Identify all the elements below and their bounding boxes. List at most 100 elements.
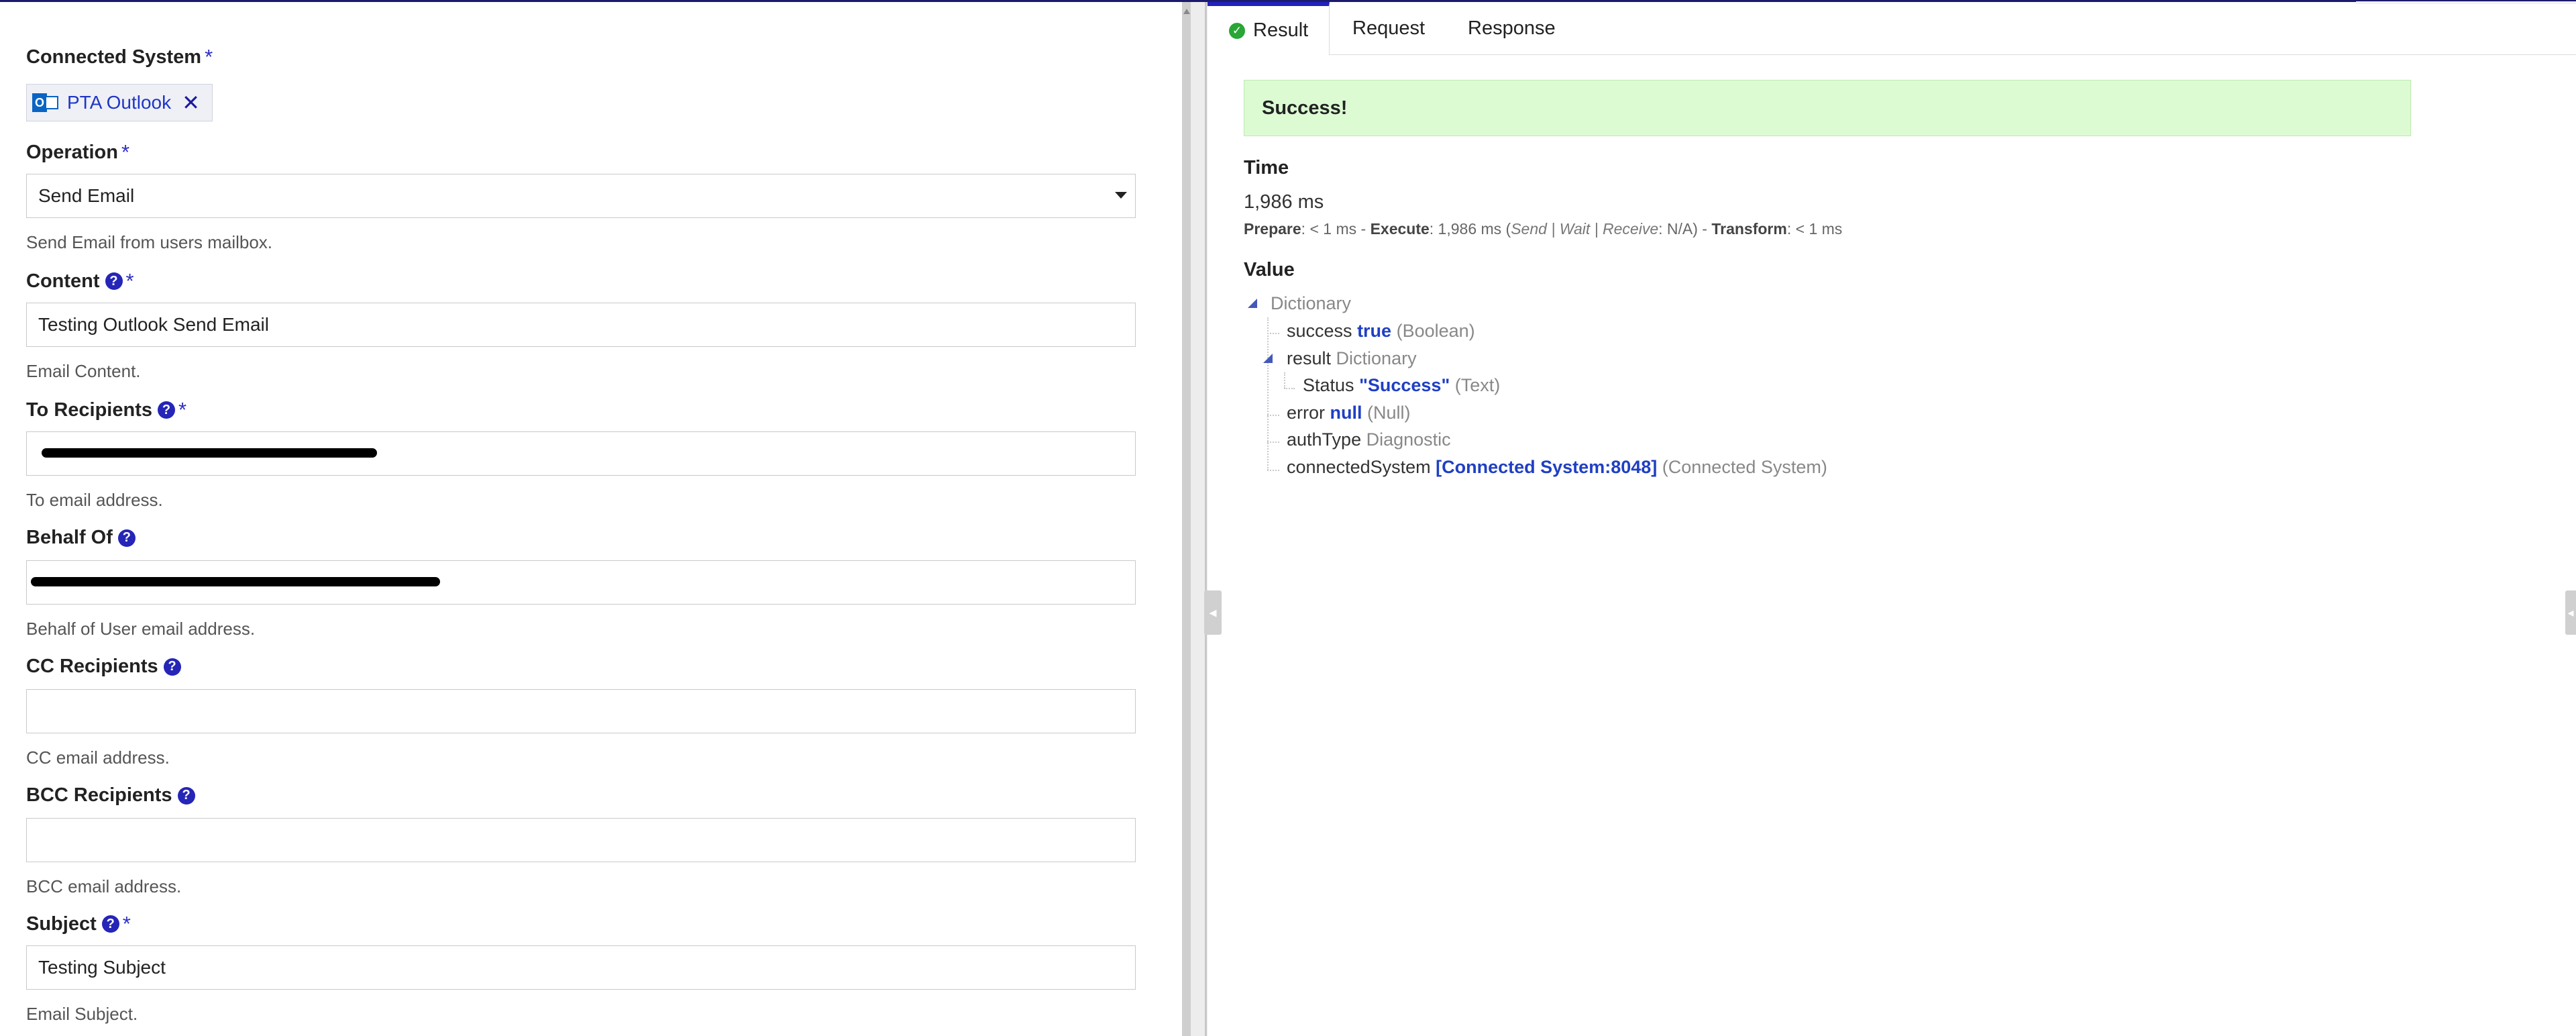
tree-collapse-icon[interactable] — [1263, 354, 1273, 363]
tree-type: Dictionary — [1336, 348, 1417, 368]
operation-label: Operation * — [26, 140, 129, 164]
scroll-up-icon[interactable] — [1183, 9, 1190, 14]
behalf-of-input[interactable] — [26, 560, 1136, 605]
breakdown-label: Send | Wait | Receive — [1511, 220, 1659, 238]
connected-system-chip-label[interactable]: PTA Outlook — [67, 92, 171, 113]
subject-label: Subject ? * — [26, 912, 131, 936]
content-input-value: Testing Outlook Send Email — [38, 314, 269, 335]
tree-type: (Null) — [1367, 403, 1411, 423]
connected-system-label: Connected System * — [26, 45, 213, 69]
operation-select[interactable]: Send Email — [26, 174, 1136, 218]
tree-key: error — [1287, 403, 1326, 423]
help-icon[interactable]: ? — [163, 658, 181, 676]
content-label: Content ? * — [26, 269, 134, 293]
integration-form-pane: Connected System * O PTA Outlook ✕ Opera… — [0, 2, 1182, 1036]
prepare-value: : < 1 ms - — [1301, 220, 1371, 238]
required-marker: * — [178, 398, 187, 421]
tree-row-status: Status "Success" (Text) — [1303, 375, 1500, 396]
left-pane-scrollbar[interactable] — [1182, 2, 1191, 1036]
bcc-recipients-input[interactable] — [26, 818, 1136, 862]
tree-collapse-icon[interactable] — [1248, 299, 1257, 308]
to-recipients-label: To Recipients ? * — [26, 398, 186, 422]
behalf-of-hint: Behalf of User email address. — [26, 619, 256, 639]
tree-value: true — [1357, 321, 1392, 341]
connected-system-label-text: Connected System — [26, 46, 202, 68]
tree-row-error: error null (Null) — [1287, 403, 1411, 423]
execute-label: Execute — [1370, 220, 1430, 238]
operation-label-text: Operation — [26, 141, 118, 163]
tree-guide — [1267, 415, 1279, 416]
tree-row-result: result Dictionary — [1287, 348, 1417, 369]
help-icon[interactable]: ? — [117, 529, 136, 547]
operation-hint: Send Email from users mailbox. — [26, 232, 273, 252]
bcc-recipients-label: BCC Recipients ? — [26, 784, 195, 807]
connected-system-chip[interactable]: O PTA Outlook ✕ — [26, 84, 213, 121]
required-marker: * — [121, 140, 130, 164]
content-label-text: Content — [26, 270, 100, 292]
subject-label-text: Subject — [26, 913, 97, 935]
tree-key: Status — [1303, 375, 1354, 395]
cc-recipients-label-text: CC Recipients — [26, 656, 158, 677]
check-circle-icon: ✓ — [1229, 22, 1245, 39]
cc-recipients-label: CC Recipients ? — [26, 656, 181, 678]
chevron-down-icon[interactable] — [1115, 192, 1127, 199]
result-tabs: ✓ Result Request Response — [1208, 2, 2576, 55]
help-icon[interactable]: ? — [158, 401, 175, 419]
tab-result-label: Result — [1253, 19, 1309, 41]
subject-hint: Email Subject. — [26, 1004, 138, 1024]
tree-guide — [1284, 388, 1295, 389]
help-icon[interactable]: ? — [177, 786, 195, 805]
subject-input-value: Testing Subject — [38, 957, 166, 978]
help-icon[interactable]: ? — [101, 915, 119, 933]
tree-root-type: Dictionary — [1271, 293, 1352, 313]
tab-response[interactable]: Response — [1468, 2, 1556, 54]
tree-value: null — [1330, 403, 1362, 423]
behalf-of-label-text: Behalf Of — [26, 527, 113, 548]
required-marker: * — [205, 45, 213, 68]
required-marker: * — [122, 912, 131, 935]
behalf-of-label: Behalf Of ? — [26, 527, 136, 549]
transform-value: : < 1 ms — [1786, 220, 1843, 238]
content-input[interactable]: Testing Outlook Send Email — [26, 303, 1136, 347]
redaction-scribble — [42, 448, 377, 458]
to-recipients-label-text: To Recipients — [26, 399, 152, 421]
subject-input[interactable]: Testing Subject — [26, 945, 1136, 990]
help-icon[interactable]: ? — [105, 272, 123, 290]
timing-breakdown: Prepare: < 1 ms - Execute: 1,986 ms (Sen… — [1244, 220, 1842, 238]
redaction-scribble — [31, 577, 440, 586]
tree-type: (Connected System) — [1662, 457, 1827, 477]
tree-guide — [1267, 317, 1269, 470]
tree-guide — [1267, 333, 1279, 334]
tree-guide — [1267, 442, 1279, 443]
breakdown-value: : N/A) - — [1658, 220, 1712, 238]
to-recipients-hint: To email address. — [26, 490, 163, 510]
tab-request[interactable]: Request — [1352, 2, 1425, 54]
tree-type: (Text) — [1454, 375, 1501, 395]
connected-system-link[interactable]: [Connected System:8048] — [1436, 457, 1657, 477]
envelope-icon — [45, 96, 58, 109]
tree-row-success: success true (Boolean) — [1287, 321, 1475, 342]
tree-value: Diagnostic — [1366, 429, 1451, 450]
pane-splitter[interactable] — [1182, 2, 1208, 1036]
tree-row-authtype: authType Diagnostic — [1287, 429, 1451, 450]
time-value: 1,986 ms — [1244, 191, 1324, 213]
tree-guide — [1267, 470, 1279, 471]
success-banner: Success! — [1244, 80, 2411, 136]
bcc-recipients-hint: BCC email address. — [26, 876, 182, 896]
cc-recipients-hint: CC email address. — [26, 747, 170, 768]
tree-row-connected-system: connectedSystem [Connected System:8048] … — [1287, 457, 1827, 478]
content-hint: Email Content. — [26, 361, 141, 381]
prepare-label: Prepare — [1244, 220, 1301, 238]
time-heading: Time — [1244, 157, 1289, 178]
cc-recipients-input[interactable] — [26, 689, 1136, 733]
tree-key: success — [1287, 321, 1352, 341]
outlook-icon: O — [32, 91, 59, 115]
tab-result[interactable]: ✓ Result — [1208, 2, 1330, 55]
transform-label: Transform — [1711, 220, 1787, 238]
required-marker: * — [125, 269, 134, 293]
remove-connected-system-icon[interactable]: ✕ — [182, 92, 200, 113]
test-results-pane: ✓ Result Request Response Success! Time … — [1208, 1, 2576, 1036]
to-recipients-input[interactable] — [26, 431, 1136, 476]
tree-root: Dictionary — [1271, 293, 1351, 314]
tree-key: result — [1287, 348, 1332, 368]
